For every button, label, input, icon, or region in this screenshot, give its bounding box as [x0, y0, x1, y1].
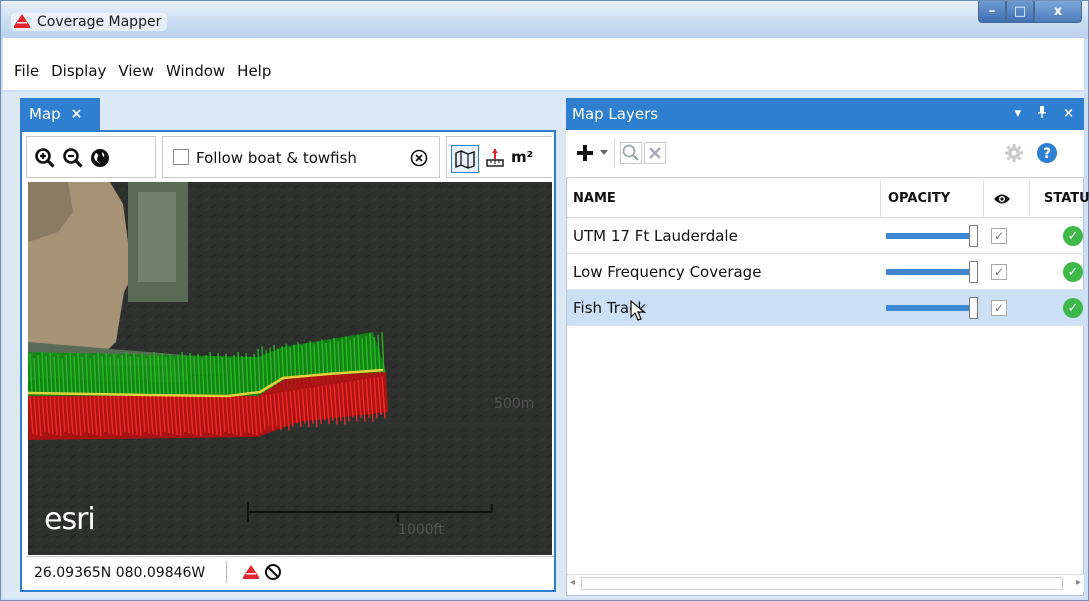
- menu-display[interactable]: Display: [45, 62, 112, 80]
- layers-panel-title: Map Layers: [572, 105, 659, 123]
- zoom-out-icon[interactable]: [63, 148, 83, 168]
- follow-label: Follow boat & towfish: [196, 149, 357, 167]
- opacity-slider-thumb[interactable]: [969, 261, 978, 283]
- zoom-group: [26, 136, 156, 178]
- follow-checkbox[interactable]: [173, 149, 189, 165]
- search-icon[interactable]: [620, 142, 642, 164]
- pin-icon[interactable]: [1037, 106, 1047, 122]
- remove-icon[interactable]: [644, 142, 666, 164]
- area-unit-label[interactable]: m²: [511, 148, 533, 166]
- app-icon: [14, 14, 30, 28]
- tools-group: m²: [446, 136, 552, 178]
- status-divider: [226, 561, 227, 583]
- tab-map[interactable]: Map ×: [20, 98, 100, 130]
- visibility-checkbox[interactable]: ✓: [991, 264, 1007, 280]
- opacity-slider[interactable]: [886, 233, 972, 239]
- title-bar[interactable]: Coverage Mapper – □ x: [1, 1, 1088, 39]
- layers-panel-header: Map Layers ▾ ×: [566, 98, 1084, 130]
- menu-file[interactable]: File: [8, 62, 45, 80]
- layer-name: UTM 17 Ft Lauderdale: [573, 227, 738, 245]
- close-button[interactable]: x: [1034, 1, 1082, 23]
- column-name[interactable]: NAME: [573, 191, 616, 206]
- scroll-left-icon[interactable]: ◂: [570, 577, 575, 588]
- menu-list: File Display View Window Help: [8, 62, 277, 80]
- column-opacity[interactable]: OPACITY: [888, 191, 950, 206]
- menu-window[interactable]: Window: [160, 62, 231, 80]
- globe-icon[interactable]: [90, 148, 110, 168]
- visibility-checkbox[interactable]: ✓: [991, 228, 1007, 244]
- map-view[interactable]: esri 500m 1000ft: [28, 182, 552, 555]
- scroll-right-icon[interactable]: ▸: [1076, 577, 1081, 588]
- layer-name: Low Frequency Coverage: [573, 263, 762, 281]
- scale-metric-label: 500m: [494, 396, 535, 412]
- panel-close-icon[interactable]: ×: [1063, 106, 1074, 122]
- zoom-in-icon[interactable]: [35, 148, 55, 168]
- opacity-slider[interactable]: [886, 269, 972, 275]
- column-status[interactable]: STATU: [1044, 191, 1089, 206]
- scroll-track[interactable]: [581, 577, 1063, 590]
- stop-icon[interactable]: [264, 563, 282, 581]
- help-icon[interactable]: ?: [1036, 142, 1058, 164]
- menu-view[interactable]: View: [112, 62, 160, 80]
- esri-attribution: esri: [44, 502, 96, 537]
- opacity-slider-thumb[interactable]: [969, 225, 978, 247]
- layers-grid-header: NAME OPACITY STATU: [567, 180, 1089, 218]
- check-status-icon: ✓: [1063, 262, 1083, 282]
- eye-icon[interactable]: [993, 192, 1011, 206]
- horizontal-scrollbar[interactable]: ◂ ▸: [567, 574, 1084, 592]
- panel-menu-icon[interactable]: ▾: [1015, 106, 1022, 122]
- maximize-button[interactable]: □: [1006, 1, 1034, 23]
- map-icon[interactable]: [451, 145, 479, 173]
- scale-imperial-label: 1000ft: [398, 522, 444, 538]
- mouse-cursor-icon: [630, 300, 646, 321]
- clear-icon[interactable]: [409, 148, 429, 168]
- window-controls: – □ x: [978, 1, 1082, 25]
- menu-help[interactable]: Help: [231, 62, 277, 80]
- map-imagery: [28, 182, 552, 555]
- layer-row[interactable]: Low Frequency Coverage ✓ ✓: [567, 254, 1084, 290]
- check-status-icon: ✓: [1063, 298, 1083, 318]
- check-status-icon: ✓: [1063, 226, 1083, 246]
- add-icon[interactable]: [576, 144, 594, 162]
- coordinates-readout: 26.09365N 080.09846W: [34, 565, 206, 581]
- svg-text:?: ?: [1043, 146, 1051, 162]
- boat-icon[interactable]: [242, 563, 260, 581]
- tab-close-icon[interactable]: ×: [71, 106, 83, 122]
- dropdown-icon[interactable]: [600, 150, 608, 156]
- opacity-slider-thumb[interactable]: [969, 297, 978, 319]
- layers-toolbar: ?: [566, 130, 1084, 178]
- visibility-checkbox[interactable]: ✓: [991, 300, 1007, 316]
- window-title: Coverage Mapper: [11, 13, 168, 31]
- measure-icon[interactable]: [485, 148, 505, 168]
- settings-icon[interactable]: [1004, 143, 1024, 163]
- layer-row[interactable]: UTM 17 Ft Lauderdale ✓ ✓: [567, 218, 1084, 254]
- opacity-slider[interactable]: [886, 305, 972, 311]
- minimize-button[interactable]: –: [978, 1, 1006, 23]
- tab-map-label: Map: [29, 105, 61, 123]
